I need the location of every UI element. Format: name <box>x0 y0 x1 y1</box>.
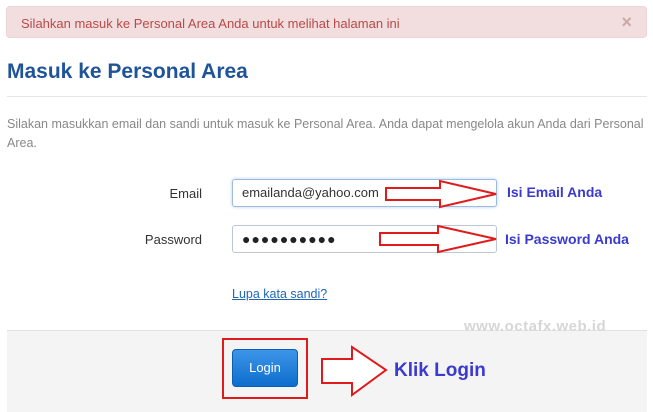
login-hint: Klik Login <box>394 360 486 381</box>
login-arrow <box>321 345 388 397</box>
login-arrow-icon <box>321 345 388 397</box>
